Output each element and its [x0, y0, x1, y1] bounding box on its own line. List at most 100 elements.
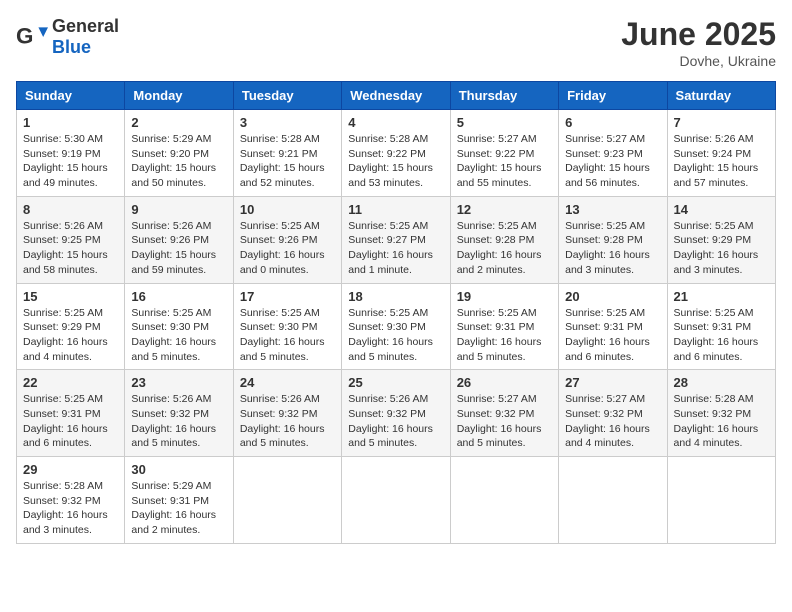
day-number: 25	[348, 375, 443, 390]
day-info: Daylight: 16 hours	[23, 508, 118, 523]
day-info: Sunset: 9:31 PM	[457, 320, 552, 335]
day-info: and 5 minutes.	[240, 350, 335, 365]
day-info: Sunset: 9:30 PM	[348, 320, 443, 335]
day-number: 20	[565, 289, 660, 304]
day-number: 28	[674, 375, 769, 390]
day-cell-21: 21Sunrise: 5:25 AMSunset: 9:31 PMDayligh…	[667, 283, 775, 370]
calendar-week-row-4: 22Sunrise: 5:25 AMSunset: 9:31 PMDayligh…	[17, 370, 776, 457]
day-number: 18	[348, 289, 443, 304]
day-info: Sunrise: 5:25 AM	[565, 306, 660, 321]
weekday-header-wednesday: Wednesday	[342, 82, 450, 110]
day-info: Sunrise: 5:25 AM	[131, 306, 226, 321]
day-info: Sunset: 9:20 PM	[131, 147, 226, 162]
day-info: Sunset: 9:32 PM	[131, 407, 226, 422]
day-info: Sunrise: 5:28 AM	[240, 132, 335, 147]
day-info: and 50 minutes.	[131, 176, 226, 191]
day-cell-11: 11Sunrise: 5:25 AMSunset: 9:27 PMDayligh…	[342, 196, 450, 283]
day-info: Sunset: 9:31 PM	[131, 494, 226, 509]
day-info: Sunset: 9:31 PM	[674, 320, 769, 335]
day-info: and 59 minutes.	[131, 263, 226, 278]
day-info: Sunset: 9:32 PM	[240, 407, 335, 422]
day-info: Daylight: 16 hours	[131, 335, 226, 350]
day-info: Daylight: 16 hours	[23, 422, 118, 437]
day-info: Sunset: 9:30 PM	[131, 320, 226, 335]
day-number: 4	[348, 115, 443, 130]
day-info: Daylight: 15 hours	[674, 161, 769, 176]
day-cell-30: 30 Sunrise: 5:29 AMSunset: 9:31 PMDayligh…	[125, 457, 233, 544]
day-info: Daylight: 16 hours	[348, 335, 443, 350]
day-info: Daylight: 15 hours	[348, 161, 443, 176]
day-info: Sunset: 9:21 PM	[240, 147, 335, 162]
day-cell-29: 29Sunrise: 5:28 AMSunset: 9:32 PMDayligh…	[17, 457, 125, 544]
day-info: Sunset: 9:26 PM	[131, 233, 226, 248]
day-info: and 5 minutes.	[131, 436, 226, 451]
logo-blue: Blue	[52, 37, 91, 57]
day-info: Sunrise: 5:29 AM	[131, 479, 226, 494]
day-cell-26: 26Sunrise: 5:27 AMSunset: 9:32 PMDayligh…	[450, 370, 558, 457]
day-info: Sunrise: 5:28 AM	[348, 132, 443, 147]
day-info: and 5 minutes.	[348, 350, 443, 365]
day-info: and 3 minutes.	[674, 263, 769, 278]
day-cell-19: 19Sunrise: 5:25 AMSunset: 9:31 PMDayligh…	[450, 283, 558, 370]
day-info: Daylight: 16 hours	[348, 248, 443, 263]
day-info: Sunrise: 5:27 AM	[457, 392, 552, 407]
day-info: Sunrise: 5:28 AM	[23, 479, 118, 494]
day-info: and 3 minutes.	[23, 523, 118, 538]
day-info: and 4 minutes.	[23, 350, 118, 365]
day-info: Sunset: 9:27 PM	[348, 233, 443, 248]
day-info: Daylight: 15 hours	[131, 161, 226, 176]
day-number: 12	[457, 202, 552, 217]
calendar-week-row-1: 1Sunrise: 5:30 AMSunset: 9:19 PMDaylight…	[17, 110, 776, 197]
day-info: Daylight: 16 hours	[457, 335, 552, 350]
day-number: 9	[131, 202, 226, 217]
day-info: and 56 minutes.	[565, 176, 660, 191]
day-cell-9: 9Sunrise: 5:26 AMSunset: 9:26 PMDaylight…	[125, 196, 233, 283]
day-number: 17	[240, 289, 335, 304]
title-block: June 2025 Dovhe, Ukraine	[621, 16, 776, 69]
day-info: Sunrise: 5:25 AM	[23, 306, 118, 321]
day-info: Sunrise: 5:26 AM	[131, 219, 226, 234]
day-info: Daylight: 16 hours	[240, 422, 335, 437]
day-info: and 5 minutes.	[457, 350, 552, 365]
day-info: Sunset: 9:25 PM	[23, 233, 118, 248]
day-info: Sunset: 9:30 PM	[240, 320, 335, 335]
day-info: Sunset: 9:32 PM	[565, 407, 660, 422]
day-info: Sunset: 9:31 PM	[565, 320, 660, 335]
day-cell-8: 8Sunrise: 5:26 AMSunset: 9:25 PMDaylight…	[17, 196, 125, 283]
day-info: and 5 minutes.	[457, 436, 552, 451]
calendar-week-row-5: 29Sunrise: 5:28 AMSunset: 9:32 PMDayligh…	[17, 457, 776, 544]
day-info: Daylight: 15 hours	[565, 161, 660, 176]
day-number: 15	[23, 289, 118, 304]
day-cell-24: 24Sunrise: 5:26 AMSunset: 9:32 PMDayligh…	[233, 370, 341, 457]
day-cell-15: 15Sunrise: 5:25 AMSunset: 9:29 PMDayligh…	[17, 283, 125, 370]
day-number: 23	[131, 375, 226, 390]
day-info: Daylight: 15 hours	[240, 161, 335, 176]
day-info: Sunrise: 5:26 AM	[23, 219, 118, 234]
day-cell-20: 20Sunrise: 5:25 AMSunset: 9:31 PMDayligh…	[559, 283, 667, 370]
weekday-header-monday: Monday	[125, 82, 233, 110]
day-info: and 58 minutes.	[23, 263, 118, 278]
day-info: and 2 minutes.	[131, 523, 226, 538]
day-info: and 2 minutes.	[457, 263, 552, 278]
day-number: 26	[457, 375, 552, 390]
day-cell-25: 25Sunrise: 5:26 AMSunset: 9:32 PMDayligh…	[342, 370, 450, 457]
day-cell-3: 3Sunrise: 5:28 AMSunset: 9:21 PMDaylight…	[233, 110, 341, 197]
day-number: 19	[457, 289, 552, 304]
day-info: Sunrise: 5:25 AM	[240, 306, 335, 321]
day-number: 16	[131, 289, 226, 304]
day-info: Daylight: 15 hours	[23, 248, 118, 263]
day-info: Sunset: 9:31 PM	[23, 407, 118, 422]
day-cell-18: 18Sunrise: 5:25 AMSunset: 9:30 PMDayligh…	[342, 283, 450, 370]
day-info: Sunset: 9:32 PM	[457, 407, 552, 422]
day-number: 30	[131, 462, 226, 477]
day-info: Sunset: 9:32 PM	[674, 407, 769, 422]
empty-cell	[559, 457, 667, 544]
day-info: Daylight: 16 hours	[131, 508, 226, 523]
weekday-header-tuesday: Tuesday	[233, 82, 341, 110]
day-cell-27: 27Sunrise: 5:27 AMSunset: 9:32 PMDayligh…	[559, 370, 667, 457]
day-info: and 6 minutes.	[23, 436, 118, 451]
day-cell-2: 2Sunrise: 5:29 AMSunset: 9:20 PMDaylight…	[125, 110, 233, 197]
day-info: Daylight: 16 hours	[457, 248, 552, 263]
day-info: Daylight: 16 hours	[565, 248, 660, 263]
day-info: Sunrise: 5:25 AM	[674, 306, 769, 321]
